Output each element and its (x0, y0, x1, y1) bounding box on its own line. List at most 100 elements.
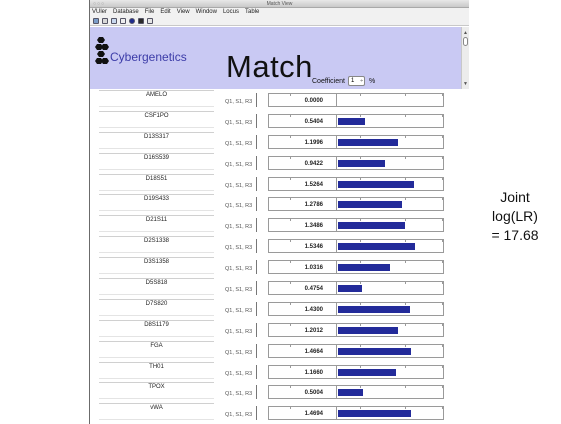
lr-bar (338, 138, 398, 146)
track-tick (405, 385, 406, 389)
locus-params: Q1, S1, R3 (225, 349, 253, 356)
lr-bar (338, 159, 386, 167)
menu-file[interactable]: File (145, 8, 155, 17)
track-tick (442, 406, 443, 410)
page-title: Match (226, 49, 313, 84)
locus-list: AMELO Q1, S1, R3 0.0000 CSF1PO Q1, S1, R3 0.5… (90, 89, 469, 423)
track-tick (290, 260, 291, 264)
track-tick (442, 322, 443, 326)
menu-vuler[interactable]: VUler (92, 8, 107, 17)
locus-name: AMELO (99, 90, 214, 107)
coefficient-select[interactable]: 1 ÷ (348, 76, 365, 86)
param-separator (256, 176, 257, 191)
locus-row[interactable]: TPOX Q1, S1, R3 0.5004 (90, 381, 469, 402)
menu-database[interactable]: Database (113, 8, 139, 17)
param-separator (256, 364, 257, 379)
locus-params: Q1, S1, R3 (225, 99, 253, 105)
track-tick (360, 364, 361, 368)
track-divider (336, 114, 337, 127)
lr-bar (338, 285, 362, 293)
track-tick (442, 93, 443, 96)
coefficient-label: Coefficient (312, 78, 345, 85)
track-tick (290, 343, 291, 347)
track-tick (405, 218, 406, 222)
lr-value: 1.1996 (304, 139, 323, 146)
track-tick (290, 322, 291, 326)
track-tick (360, 93, 361, 96)
vertical-scrollbar[interactable]: ▲ ▼ (461, 27, 469, 89)
stepper-arrows-icon[interactable]: ÷ (360, 77, 363, 85)
locus-row[interactable]: D2S1338 Q1, S1, R3 1.5346 (90, 235, 469, 256)
track-divider (336, 156, 337, 169)
track-tick (290, 176, 291, 180)
lr-bar (338, 180, 415, 188)
scroll-up-icon[interactable]: ▲ (463, 30, 468, 36)
track-divider (336, 302, 337, 315)
menu-edit[interactable]: Edit (160, 8, 170, 17)
locus-row[interactable]: CSF1PO Q1, S1, R3 0.5404 (90, 110, 469, 131)
locus-params: Q1, S1, R3 (225, 119, 253, 126)
track-tick (360, 260, 361, 264)
scroll-down-icon[interactable]: ▼ (463, 81, 468, 87)
brand-name: Cybergenetics (110, 50, 187, 64)
locus-name: D5S818 (99, 278, 214, 296)
lr-bar (338, 117, 366, 125)
lr-value: 1.3486 (304, 223, 323, 230)
track-tick (405, 239, 406, 243)
track-divider (336, 407, 337, 420)
locus-row[interactable]: D8S1179 Q1, S1, R3 1.2012 (90, 319, 469, 340)
locus-row[interactable]: D19S433 Q1, S1, R3 1.2786 (90, 193, 469, 214)
locus-row[interactable]: D18S51 Q1, S1, R3 1.5264 (90, 173, 469, 194)
track-divider (336, 282, 337, 295)
lr-value: 0.5404 (304, 118, 323, 125)
run-icon[interactable] (129, 18, 135, 24)
table-icon[interactable] (120, 18, 126, 24)
locus-row[interactable]: AMELO Q1, S1, R3 0.0000 (90, 89, 469, 110)
param-separator (256, 343, 257, 358)
track-tick (442, 301, 443, 305)
scroll-thumb[interactable] (463, 37, 468, 46)
track-tick (405, 134, 406, 138)
track-divider (336, 261, 337, 274)
locus-row[interactable]: D5S818 Q1, S1, R3 0.4754 (90, 277, 469, 298)
menu-locus[interactable]: Locus (223, 8, 239, 17)
track-tick (405, 113, 406, 117)
open-icon[interactable] (93, 18, 99, 24)
chart-icon[interactable] (111, 18, 117, 24)
menu-window[interactable]: Window (196, 8, 217, 17)
track-divider (336, 177, 337, 190)
locus-row[interactable]: vWA Q1, S1, R3 1.4694 (90, 402, 469, 423)
locus-row[interactable]: D16S539 Q1, S1, R3 0.9422 (90, 152, 469, 173)
locus-name: D8S1179 (99, 319, 214, 337)
track-tick (405, 406, 406, 410)
stop-icon[interactable] (138, 18, 144, 24)
param-separator (256, 93, 257, 107)
track-tick (360, 239, 361, 243)
grid-icon[interactable] (147, 18, 153, 24)
locus-name: D13S317 (99, 131, 214, 149)
track-divider (336, 135, 337, 148)
param-separator (256, 134, 257, 149)
track-divider (336, 386, 337, 399)
track-tick (405, 343, 406, 347)
lr-bar (338, 410, 412, 418)
lr-bar (338, 389, 364, 397)
locus-row[interactable]: D3S1358 Q1, S1, R3 1.0316 (90, 256, 469, 277)
locus-row[interactable]: D21S11 Q1, S1, R3 1.3486 (90, 214, 469, 235)
lr-value: 1.2786 (304, 202, 323, 209)
lr-value: 0.4754 (304, 286, 323, 293)
track-divider (336, 240, 337, 253)
menu-table[interactable]: Table (245, 8, 259, 17)
track-tick (442, 113, 443, 117)
menu-view[interactable]: View (177, 8, 190, 17)
locus-row[interactable]: D13S317 Q1, S1, R3 1.1996 (90, 131, 469, 152)
locus-row[interactable]: FGA Q1, S1, R3 1.4664 (90, 340, 469, 361)
track-tick (290, 218, 291, 222)
locus-row[interactable]: D7S820 Q1, S1, R3 1.4300 (90, 298, 469, 319)
save-icon[interactable] (102, 18, 108, 24)
locus-row[interactable]: TH01 Q1, S1, R3 1.1660 (90, 361, 469, 382)
lr-value: 0.0000 (304, 98, 323, 104)
lr-value: 0.5004 (304, 390, 323, 397)
lr-value: 1.4664 (304, 348, 323, 355)
locus-params: Q1, S1, R3 (225, 307, 253, 314)
